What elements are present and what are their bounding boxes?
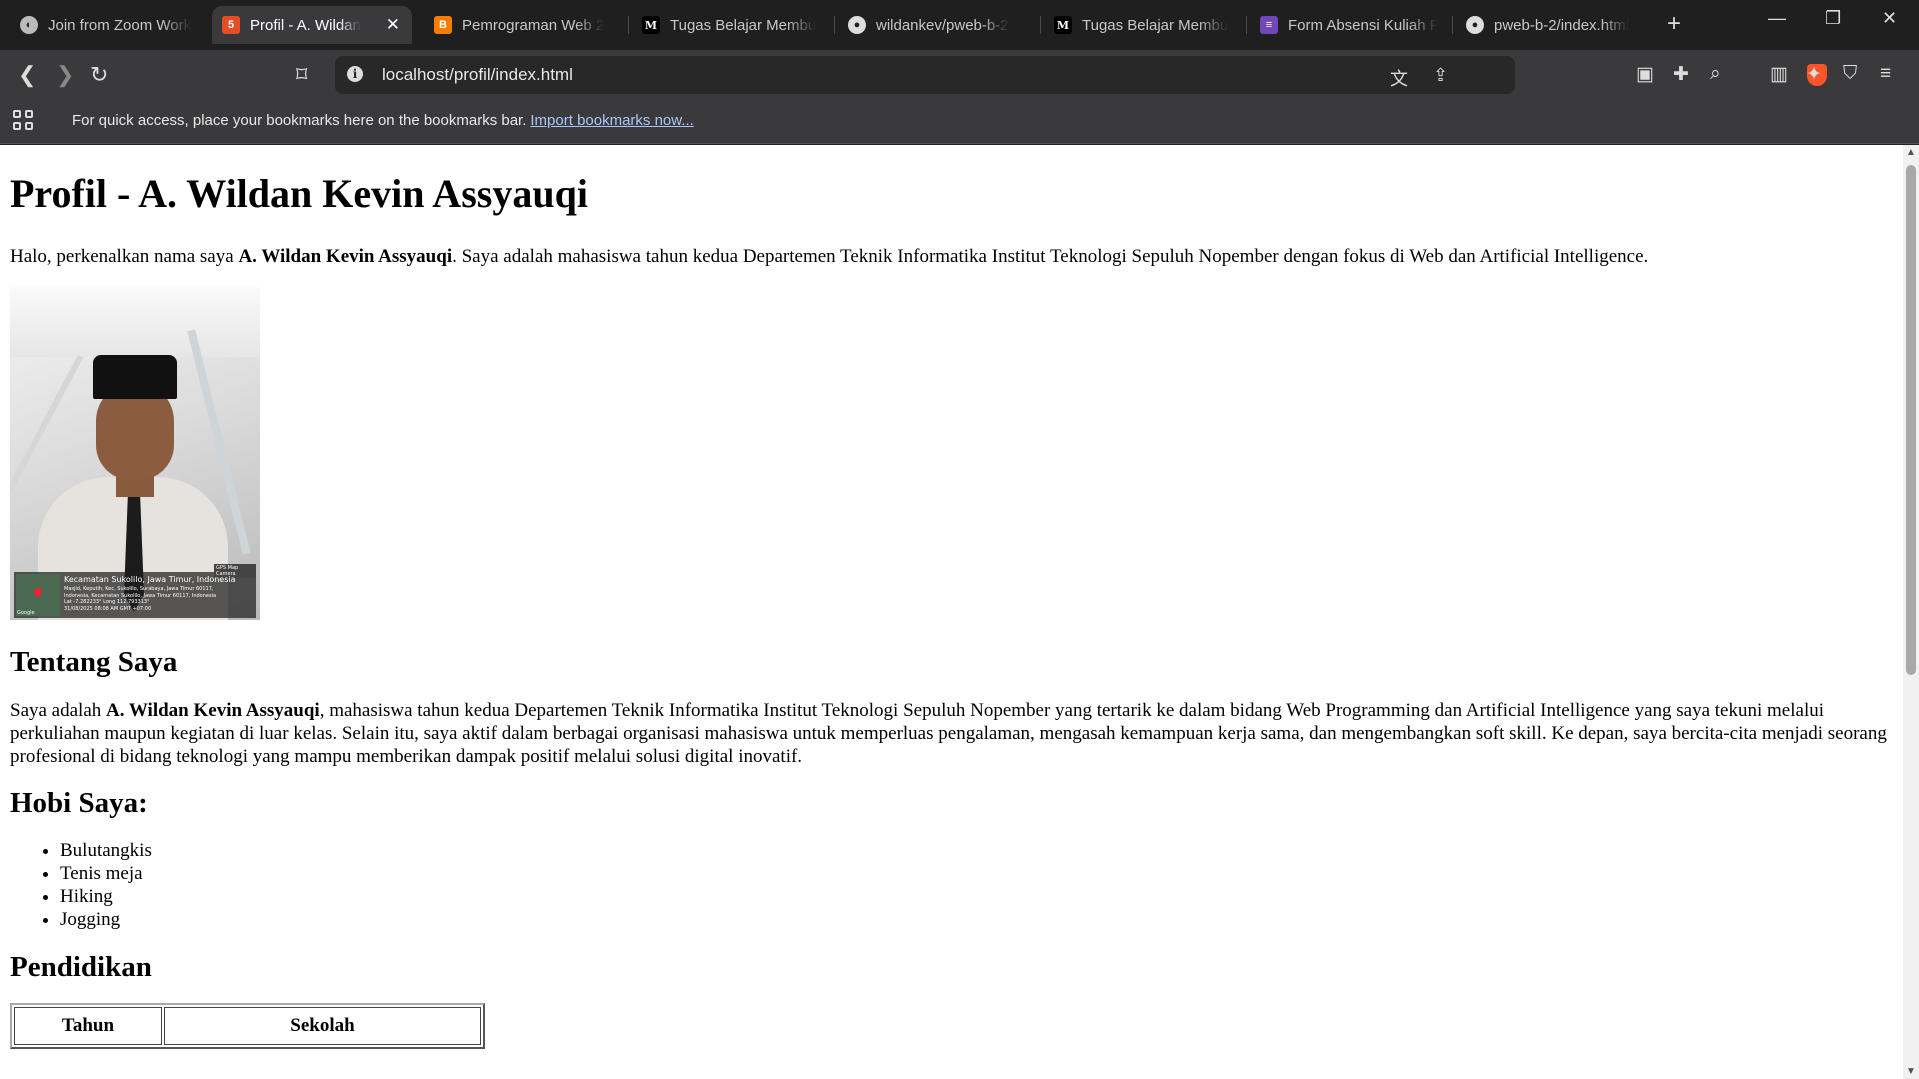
sidebar-icon[interactable]: ▥ <box>1770 63 1788 86</box>
address-bar[interactable]: i localhost/profil/index.html 文 ⇪ <box>335 56 1827 94</box>
tab-divider <box>1452 16 1453 34</box>
table-header-school: Sekolah <box>164 1007 481 1045</box>
google-forms-icon: ≡ <box>1260 16 1278 34</box>
bookmark-icon[interactable]: ⌑ <box>296 62 307 88</box>
photo-caption: Google GPS Map Camera Kecamatan Sukolilo… <box>14 564 256 618</box>
camera-icon[interactable]: ▣ <box>1636 63 1654 86</box>
tab-tugas-2[interactable]: M Tugas Belajar Membu <box>1044 6 1244 44</box>
apps-grid-icon[interactable] <box>13 110 35 132</box>
restore-icon[interactable]: ❐ <box>1825 8 1841 29</box>
caption-line: Masjid, Keputih, Kec. Sukolilo, Surabaya… <box>64 586 214 592</box>
intro-name: A. Wildan Kevin Assyauqi <box>238 246 453 267</box>
about-text-start: Saya adalah <box>10 700 107 721</box>
import-bookmarks-link[interactable]: Import bookmarks now... <box>530 112 693 129</box>
tab-strip: ◐ Join from Zoom Work 5 Profil - A. Wild… <box>0 0 1919 50</box>
tab-label: Pemrograman Web 2 <box>462 16 605 34</box>
close-tab-icon[interactable]: ✕ <box>386 15 400 35</box>
tab-divider <box>1246 16 1247 34</box>
about-heading: Tentang Saya <box>10 646 178 678</box>
minimap-thumbnail: Google <box>16 574 60 616</box>
intro-text-end: . Saya adalah mahasiswa tahun kedua Depa… <box>452 246 1649 267</box>
medium-icon: M <box>1054 16 1072 34</box>
tab-tugas-1[interactable]: M Tugas Belajar Membu <box>632 6 832 44</box>
globe-icon: ◐ <box>20 16 38 34</box>
page-scrollbar[interactable]: ▲ ▼ <box>1903 145 1919 1079</box>
share-icon[interactable]: ⇪ <box>1433 65 1448 86</box>
browser-toolbar: ❮ ❯ ↻ ⌑ i localhost/profil/index.html 文 … <box>0 50 1919 100</box>
page-title: Profil - A. Wildan Kevin Assyauqi <box>10 171 588 216</box>
url-text[interactable]: localhost/profil/index.html <box>382 65 573 85</box>
scroll-up-icon[interactable]: ▲ <box>1906 147 1916 158</box>
vpn-icon[interactable]: ⛉ <box>1843 63 1857 85</box>
list-item: Hiking <box>60 885 1893 908</box>
minimap-label: Google <box>17 610 35 616</box>
blogger-icon: B <box>434 16 452 34</box>
leo-ai-icon[interactable]: ✦ <box>1806 63 1822 86</box>
back-icon[interactable]: ❮ <box>18 62 36 88</box>
translate-icon[interactable]: 文 <box>1390 65 1408 91</box>
table-header-row: Tahun Sekolah <box>14 1007 481 1045</box>
reload-icon[interactable]: ↻ <box>90 62 108 88</box>
table-header-year: Tahun <box>14 1007 162 1045</box>
new-tab-icon[interactable]: + <box>1667 10 1681 38</box>
education-heading: Pendidikan <box>10 951 152 983</box>
github-icon: ● <box>1466 16 1484 34</box>
html5-icon: 5 <box>222 16 240 34</box>
tab-label: wildankev/pweb-b-2 <box>876 16 1009 34</box>
about-paragraph: Saya adalah A. Wildan Kevin Assyauqi, ma… <box>10 699 1893 768</box>
medium-icon: M <box>642 16 660 34</box>
hobby-heading: Hobi Saya: <box>10 787 148 819</box>
tab-form-absensi[interactable]: ≡ Form Absensi Kuliah F <box>1250 6 1450 44</box>
tab-label: Join from Zoom Work <box>48 16 192 34</box>
close-window-icon[interactable]: ✕ <box>1882 8 1897 29</box>
list-item: Tenis meja <box>60 862 1893 885</box>
bookmarks-bar: For quick access, place your bookmarks h… <box>0 100 1919 144</box>
bookmarks-hint: For quick access, place your bookmarks h… <box>72 112 527 129</box>
tab-github-repo[interactable]: ● wildankev/pweb-b-2 <box>838 6 1038 44</box>
education-table: Tahun Sekolah <box>10 1003 485 1049</box>
github-icon: ● <box>848 16 866 34</box>
tab-divider <box>628 16 629 34</box>
extensions-icon[interactable]: ✚ <box>1673 63 1689 86</box>
list-item: Bulutangkis <box>60 839 1893 862</box>
caption-details: Masjid, Keputih, Kec. Sukolilo, Surabaya… <box>64 586 216 612</box>
profile-photo: Google GPS Map Camera Kecamatan Sukolilo… <box>10 287 260 620</box>
hobby-list: Bulutangkis Tenis meja Hiking Jogging <box>10 839 1893 931</box>
tab-profil[interactable]: 5 Profil - A. Wildan ✕ <box>212 6 412 44</box>
forward-icon[interactable]: ❯ <box>56 62 74 88</box>
tab-label: Form Absensi Kuliah F <box>1288 16 1438 34</box>
site-info-icon[interactable]: i <box>347 66 363 82</box>
tab-zoom[interactable]: ◐ Join from Zoom Work <box>10 6 210 44</box>
caption-line: 31/08/2025 08:08 AM GMT +07:00 <box>64 605 152 612</box>
intro-paragraph: Halo, perkenalkan nama saya A. Wildan Ke… <box>10 245 1893 268</box>
tab-label: Profil - A. Wildan <box>250 16 361 34</box>
caption-location: Kecamatan Sukolilo, Jawa Timur, Indonesi… <box>64 575 236 584</box>
tab-divider <box>834 16 835 34</box>
map-pin-icon <box>32 586 44 598</box>
minimize-icon[interactable]: — <box>1768 8 1786 29</box>
tab-divider <box>1040 16 1041 34</box>
tab-label: pweb-b-2/index.html <box>1494 16 1630 34</box>
bookmarks-message: For quick access, place your bookmarks h… <box>72 112 694 129</box>
scroll-down-icon[interactable]: ▼ <box>1906 1066 1916 1077</box>
tab-pemrograman[interactable]: B Pemrograman Web 2 <box>424 6 624 44</box>
intro-text-start: Halo, perkenalkan nama saya <box>10 246 239 267</box>
list-item: Jogging <box>60 908 1893 931</box>
search-tab-icon[interactable]: ⌕ <box>1710 63 1721 85</box>
about-name: A. Wildan Kevin Assyauqi <box>106 700 320 721</box>
tab-label: Tugas Belajar Membu <box>1082 16 1229 34</box>
menu-icon[interactable]: ≡ <box>1880 63 1891 85</box>
page-viewport: Profil - A. Wildan Kevin Assyauqi Halo, … <box>0 145 1903 1079</box>
tab-label: Tugas Belajar Membu <box>670 16 817 34</box>
scrollbar-thumb[interactable] <box>1906 165 1916 675</box>
tab-github-file[interactable]: ● pweb-b-2/index.html <box>1456 6 1656 44</box>
